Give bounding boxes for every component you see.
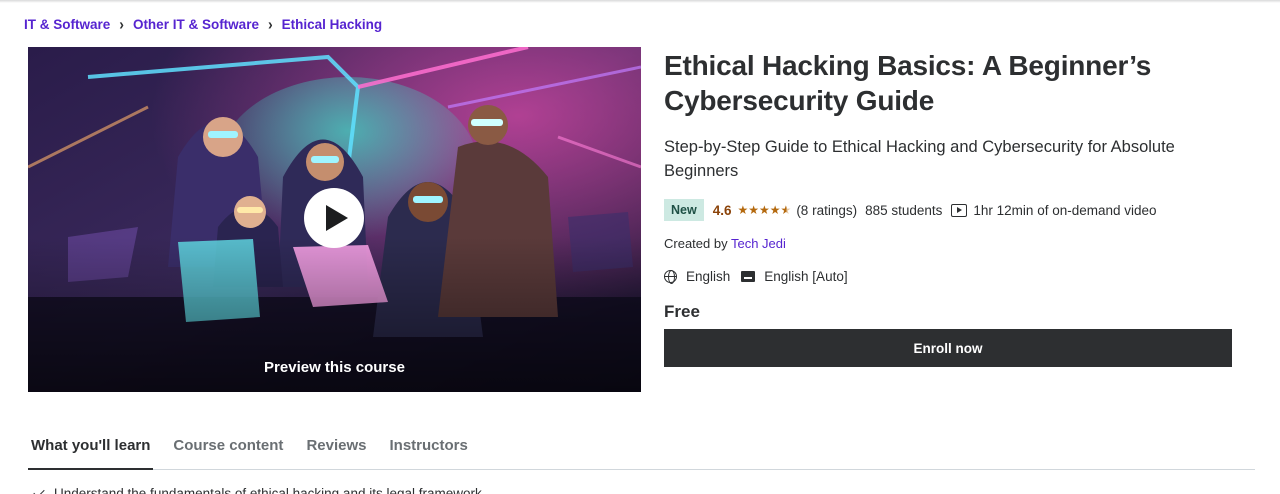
check-icon — [33, 486, 45, 494]
enroll-button[interactable]: Enroll now — [664, 329, 1232, 367]
preview-label[interactable]: Preview this course — [28, 359, 641, 376]
students-count: 885 students — [865, 202, 943, 218]
course-language: English — [686, 269, 731, 284]
chevron-right-icon: › — [267, 15, 273, 33]
created-by-label: Created by — [664, 236, 728, 251]
play-button[interactable] — [304, 188, 364, 248]
course-price: Free — [664, 302, 700, 321]
language-row: English English [Auto] — [664, 269, 1234, 284]
captions-icon — [741, 271, 756, 282]
star-full-icon: ★ — [737, 203, 749, 217]
tab-instructors[interactable]: Instructors — [386, 425, 470, 470]
globe-icon — [664, 270, 677, 284]
rating-value: 4.6 — [712, 202, 732, 218]
star-full-icon: ★ — [769, 203, 781, 217]
course-stats: New 4.6 ★ ★ ★ ★ ★ (8 ratings) 885 studen… — [664, 199, 1234, 221]
tab-reviews[interactable]: Reviews — [303, 425, 369, 470]
video-icon — [951, 203, 968, 217]
learn-item: Understand the fundamentals of ethical h… — [33, 486, 482, 494]
star-full-icon: ★ — [748, 203, 760, 217]
video-length: 1hr 12min of on-demand video — [973, 202, 1157, 218]
star-half-icon: ★ — [780, 203, 792, 217]
course-tabs: What you'll learn Course content Reviews… — [28, 425, 1255, 470]
breadcrumb-it-software[interactable]: IT & Software — [24, 17, 110, 32]
breadcrumb: IT & Software › Other IT & Software › Et… — [24, 15, 383, 33]
learn-item-text: Understand the fundamentals of ethical h… — [54, 486, 482, 494]
new-badge: New — [664, 199, 704, 221]
breadcrumb-other-it-software[interactable]: Other IT & Software — [133, 17, 259, 32]
tab-what-youll-learn[interactable]: What you'll learn — [28, 425, 154, 470]
created-by: Created by Tech Jedi — [664, 236, 1234, 251]
header-shadow — [0, 0, 1280, 3]
course-title: Ethical Hacking Basics: A Beginner’s Cyb… — [664, 50, 1152, 116]
course-captions: English [Auto] — [764, 269, 848, 284]
rating-stars: ★ ★ ★ ★ ★ — [737, 204, 791, 216]
tab-course-content[interactable]: Course content — [170, 425, 286, 470]
play-icon — [325, 205, 348, 231]
instructor-link[interactable]: Tech Jedi — [731, 236, 786, 251]
star-full-icon: ★ — [759, 203, 770, 217]
course-subtitle: Step-by-Step Guide to Ethical Hacking an… — [664, 138, 1175, 180]
course-preview-video[interactable]: Preview this course — [28, 47, 641, 392]
ratings-count[interactable]: (8 ratings) — [796, 203, 857, 218]
course-info: Ethical Hacking Basics: A Beginner’s Cyb… — [664, 48, 1234, 367]
chevron-right-icon: › — [119, 15, 124, 33]
breadcrumb-ethical-hacking[interactable]: Ethical Hacking — [282, 17, 383, 32]
